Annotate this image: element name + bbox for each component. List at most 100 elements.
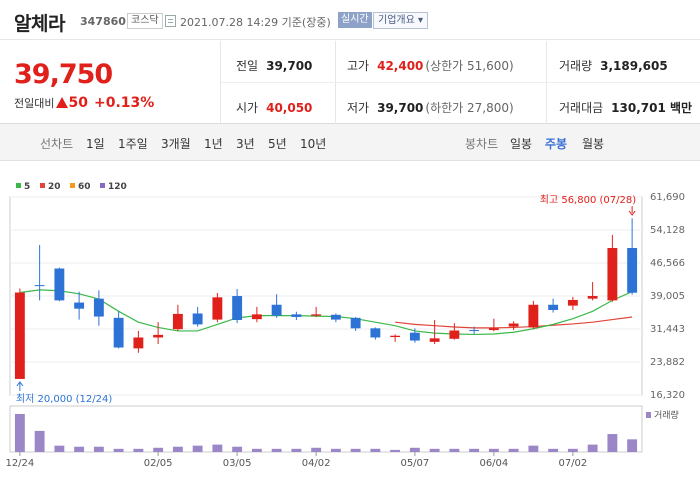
candle-body [113,317,124,348]
legend-swatch [16,183,21,188]
y-tick-label: 54,128 [650,225,685,236]
candle-daily[interactable]: 일봉 [510,135,532,152]
volume-bar [528,445,539,452]
y-tick-label: 61,690 [650,192,685,203]
volume-bar [14,414,25,452]
volume-bar [54,445,65,452]
volume-bar [232,446,243,452]
chart-svg: 5 20 60 120 61,690 54,128 46,566 39,005 31,443 23… [5,182,685,469]
volume-bar [370,448,381,452]
volume-bar [429,448,440,452]
volume-bar [390,449,401,452]
candle-body [488,328,499,331]
low-price: 저가 39,700 (하한가 27,800) [347,101,514,115]
high-annotation: 최고 56,800 (07/28) [540,194,636,206]
candle-body [74,302,85,309]
x-tick-label: 07/02 [558,458,587,469]
period-3y[interactable]: 3년 [236,135,255,152]
x-tick-label: 04/02 [302,458,331,469]
period-1d[interactable]: 1일 [86,135,105,152]
candle-body [93,298,104,317]
candle-body [528,304,539,328]
y-tick-label: 46,566 [650,258,685,269]
current-price: 39,750 [14,59,113,90]
legend-swatch [100,183,105,188]
period-10y[interactable]: 10년 [300,135,326,152]
stock-code: 347860 [80,15,126,28]
period-3m[interactable]: 3개월 [161,135,191,152]
candle-body [370,328,381,338]
candle-body [449,330,460,339]
volume-bar [291,448,302,452]
legend-label: 120 [108,182,127,192]
period-1w[interactable]: 1주일 [118,135,148,152]
candle-body [548,304,559,310]
volume-bar [330,448,341,452]
price-chart[interactable]: 5 20 60 120 61,690 54,128 46,566 39,005 31,443 23… [0,162,700,482]
prev-close: 전일 39,700 [236,59,313,73]
trade-amount: 거래대금 130,701 백만 [559,101,693,115]
volume-bar [508,448,519,452]
y-tick-label: 39,005 [650,291,685,302]
open-price: 시가 40,050 [236,101,313,115]
period-1y[interactable]: 1년 [204,135,223,152]
candle-body [291,314,302,317]
volume: 거래량 3,189,605 [559,59,668,73]
candle-monthly[interactable]: 월봉 [582,135,604,152]
change-row: 전일대비 50 +0.13% [14,95,154,111]
volume-label: 거래량 [654,409,679,421]
volume-bar [488,448,499,452]
volume-bar [607,434,618,452]
volume-bar [113,448,124,452]
candle-body [54,268,65,301]
volume-bar [153,447,164,452]
volume-bar [587,444,598,452]
company-overview-button[interactable]: 기업개요 ▾ [373,12,428,29]
divider [221,82,700,83]
volume-bar [627,439,638,452]
volume-bar [192,445,203,452]
market-badge: 코스닥 [127,13,163,29]
stock-name: 알체라 [14,13,65,35]
volume-bar [271,448,282,452]
realtime-badge: 실시간 [338,12,372,28]
low-annotation: 최저 20,000 (12/24) [16,393,112,405]
volume-bar [311,447,322,452]
candle-body [330,314,341,320]
y-tick-label: 31,443 [650,324,685,335]
candle-body [627,248,638,293]
candle-body [34,285,45,287]
volume-bar [449,448,460,452]
period-bar: 선차트 1일 1주일 3개월 1년 3년 5년 10년 봉차트 일봉 주봉 월봉 [0,124,700,161]
candle-body [251,314,262,320]
volume-plot-frame [9,405,643,453]
candle-body [311,314,322,316]
candle-body [192,313,203,325]
volume-bar [172,446,183,452]
line-chart-label: 선차트 [40,137,74,151]
x-tick-label: 06/04 [479,458,508,469]
volume-bar [212,444,223,452]
ma5-line [19,289,633,336]
x-tick-label: 02/05 [144,458,173,469]
volume-bar [133,448,144,452]
volume-bar [251,448,262,452]
volume-bar [567,448,578,452]
volume-bar [409,447,420,452]
quote-datetime: 2021.07.28 14:29 기준(장중) [180,16,331,29]
candle-body [409,332,420,341]
x-tick-label: 05/07 [400,458,429,469]
period-5y[interactable]: 5년 [268,135,287,152]
high-price: 고가 42,400 (상한가 51,600) [347,59,514,73]
candle-body [508,323,519,327]
candle-body [133,337,144,349]
candle-weekly[interactable]: 주봉 [545,135,567,152]
candle-body [14,292,25,379]
candle-body [232,296,243,321]
volume-bar [93,446,104,452]
volume-legend-swatch [646,412,651,418]
change-rate: +0.13% [93,95,155,111]
x-tick-label: 12/24 [5,458,34,469]
price-panel: 39,750 전일대비 50 +0.13% 전일 39,700 고가 42,400 (상한… [0,41,700,124]
candle-body [153,334,164,338]
